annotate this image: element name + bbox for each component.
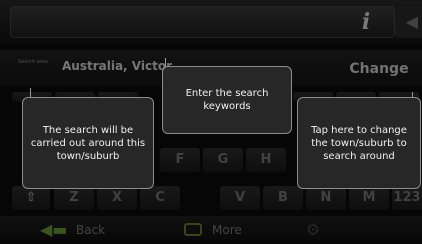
key-h[interactable]: H — [246, 148, 286, 172]
search-input[interactable] — [10, 6, 395, 38]
bottom-bar: ◀▬ Back More ⚙ — [0, 216, 422, 244]
backspace-button[interactable]: ◀ — [395, 6, 422, 38]
key-f[interactable]: F — [160, 148, 200, 172]
key-g[interactable]: G — [203, 148, 243, 172]
help-text-keywords: Enter the search keywords — [185, 88, 269, 112]
more-label: More — [212, 223, 242, 237]
key-c[interactable]: C — [140, 186, 180, 210]
help-callout-keywords: Enter the search keywords — [162, 66, 292, 134]
back-arrow-icon: ◀▬ — [40, 220, 68, 239]
backspace-icon: ◀ — [405, 12, 418, 31]
more-icon — [184, 223, 202, 236]
help-text-change: Tap here to change the town/suburb to se… — [311, 124, 407, 162]
key-v[interactable]: V — [220, 186, 260, 210]
search-screen: i ◀ Search area Australia, Victor Change… — [0, 0, 422, 244]
settings-icon[interactable]: ⚙ — [300, 220, 326, 240]
key-x[interactable]: X — [97, 186, 137, 210]
key-m[interactable]: M — [349, 186, 389, 210]
help-text-search-area: The search will be carried out around th… — [30, 124, 146, 162]
search-area-label: Search area — [18, 59, 48, 65]
key-z[interactable]: Z — [54, 186, 94, 210]
change-button[interactable]: Change — [338, 54, 420, 84]
help-callout-change: Tap here to change the town/suburb to se… — [297, 97, 421, 189]
top-bar: i ◀ — [0, 0, 422, 44]
more-button[interactable]: More — [184, 220, 264, 240]
back-button[interactable]: ◀▬ Back — [40, 220, 120, 240]
key-numbers[interactable]: 123 — [392, 186, 422, 210]
search-area-value: Australia, Victor — [62, 59, 172, 73]
info-icon[interactable]: i — [354, 8, 378, 36]
key-n[interactable]: N — [306, 186, 346, 210]
back-label: Back — [76, 223, 106, 237]
help-callout-search-area: The search will be carried out around th… — [22, 97, 154, 189]
shift-key[interactable]: ⇧ — [12, 186, 50, 210]
key-b[interactable]: B — [263, 186, 303, 210]
